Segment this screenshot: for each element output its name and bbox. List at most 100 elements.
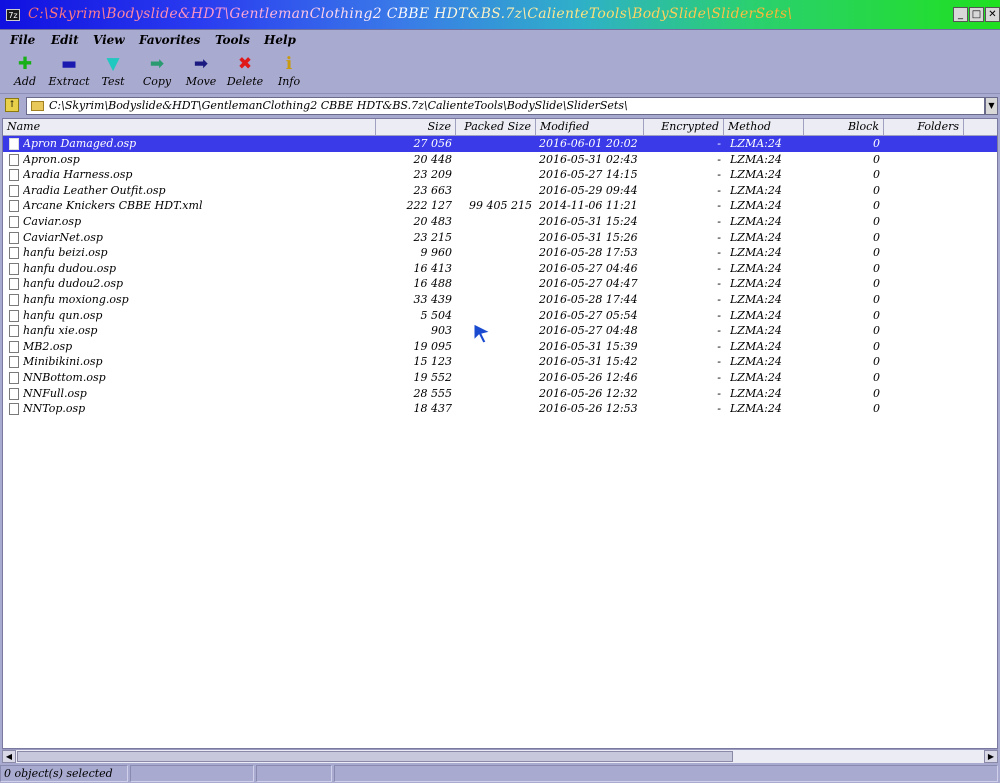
col-name[interactable]: Name [3, 119, 376, 136]
file-row[interactable]: Aradia Harness.osp 23 209 2016-05-27 14:15… [3, 167, 997, 183]
maximize-button[interactable]: □ [969, 7, 984, 22]
file-block: 0 [873, 215, 880, 228]
col-packed-size[interactable]: Packed Size [456, 119, 536, 136]
menu-edit[interactable]: Edit [51, 33, 79, 47]
horizontal-scrollbar[interactable]: ◀ ▶ [2, 749, 998, 763]
col-modified[interactable]: Modified [536, 119, 644, 136]
file-packed-size [456, 230, 532, 246]
file-size: 20 483 [413, 215, 453, 228]
menu-tools[interactable]: Tools [215, 33, 250, 47]
file-method: LZMA:24 [730, 324, 782, 338]
file-method: LZMA:24 [730, 277, 782, 291]
file-row[interactable]: Apron Damaged.osp 27 056 2016-06-01 20:02 -… [3, 136, 997, 152]
file-modified: 2016-05-27 14:15 [539, 168, 638, 182]
file-icon [9, 200, 19, 213]
delete-button[interactable]: ✖ Delete [223, 54, 267, 92]
menu-help[interactable]: Help [264, 33, 296, 47]
file-row[interactable]: hanfu moxiong.osp 33 439 2016-05-28 17:44 -… [3, 292, 997, 308]
file-row[interactable]: MB2.osp 19 095 2016-05-31 15:39 - LZMA:24 0 [3, 339, 997, 355]
file-row[interactable]: hanfu beizi.osp 9 960 2016-05-28 17:53 - LZM… [3, 245, 997, 261]
file-row[interactable]: hanfu dudou.osp 16 413 2016-05-27 04:46 - LZ… [3, 261, 997, 277]
file-row[interactable]: NNBottom.osp 19 552 2016-05-26 12:46 - LZMA:… [3, 370, 997, 386]
minimize-button[interactable]: _ [953, 7, 968, 22]
file-modified: 2016-05-26 12:46 [539, 371, 638, 384]
file-block: 0 [873, 168, 880, 182]
menu-file[interactable]: File [10, 33, 35, 47]
folder-up-icon[interactable]: ↑ [5, 98, 19, 112]
file-row[interactable]: hanfu dudou2.osp 16 488 2016-05-27 04:47 - L… [3, 276, 997, 292]
move-button[interactable]: ➡ Move [179, 54, 223, 92]
col-block[interactable]: Block [804, 119, 884, 136]
file-name: NNTop.osp [23, 402, 86, 416]
file-row[interactable]: NNTop.osp 18 437 2016-05-26 12:53 - LZMA:24 0 [3, 401, 997, 417]
extract-button[interactable]: ▬ Extract [47, 54, 91, 92]
file-size: 19 552 [413, 371, 453, 384]
menu-view[interactable]: View [93, 33, 125, 47]
file-row[interactable]: Arcane Knickers CBBE HDT.xml 222 127 99 40… [3, 198, 997, 214]
file-name: hanfu qun.osp [23, 308, 103, 322]
file-modified: 2016-05-27 04:46 [539, 261, 638, 275]
file-row[interactable]: Aradia Leather Outfit.osp 23 663 2016-05-2… [3, 183, 997, 199]
delete-label: Delete [226, 75, 264, 88]
file-block: 0 [873, 183, 880, 197]
add-label: Add [13, 75, 37, 88]
scroll-left-icon[interactable]: ◀ [2, 750, 16, 763]
copy-button[interactable]: ➡ Copy [135, 54, 179, 92]
scroll-thumb[interactable] [17, 751, 733, 762]
scroll-right-icon[interactable]: ▶ [984, 750, 998, 763]
file-icon [9, 372, 19, 384]
file-size: 18 437 [413, 402, 453, 416]
info-button[interactable]: ℹ Info [267, 54, 311, 92]
file-method: LZMA:24 [730, 168, 782, 182]
col-encrypted[interactable]: Encrypted [644, 119, 724, 136]
col-method[interactable]: Method [724, 119, 804, 136]
file-modified: 2016-05-31 15:39 [539, 339, 638, 353]
menu-favorites[interactable]: Favorites [139, 33, 200, 47]
file-row[interactable]: CaviarNet.osp 23 215 2016-05-31 15:26 - LZMA… [3, 230, 997, 246]
file-modified: 2016-06-01 20:02 [539, 137, 638, 150]
file-row[interactable]: Caviar.osp 20 483 2016-05-31 15:24 - LZMA:24… [3, 214, 997, 230]
test-button[interactable]: ▼ Test [91, 54, 135, 92]
file-size: 20 448 [413, 152, 453, 166]
file-modified: 2016-05-31 02:43 [539, 152, 638, 166]
file-packed-size [456, 152, 532, 168]
app-icon[interactable]: 7z [6, 9, 20, 21]
file-encrypted: - [717, 355, 721, 369]
file-encrypted: - [717, 246, 721, 260]
col-size[interactable]: Size [376, 119, 456, 136]
file-icon [9, 356, 19, 369]
file-method: LZMA:24 [730, 183, 782, 197]
file-row[interactable]: Apron.osp 20 448 2016-05-31 02:43 - LZMA:24 0 [3, 152, 997, 168]
file-encrypted: - [717, 277, 721, 291]
file-row[interactable]: Minibikini.osp 15 123 2016-05-31 15:42 - LZM… [3, 354, 997, 370]
file-modified: 2016-05-31 15:24 [539, 215, 638, 228]
file-row[interactable]: NNFull.osp 28 555 2016-05-26 12:32 - LZMA:24… [3, 386, 997, 402]
plus-icon: ✚ [17, 54, 33, 74]
file-name: hanfu dudou2.osp [23, 277, 124, 291]
add-button[interactable]: ✚ Add [3, 54, 47, 92]
menu-bar: File Edit View Favorites Tools Help [0, 31, 1000, 51]
file-icon [9, 231, 19, 244]
file-row[interactable]: hanfu qun.osp 5 504 2016-05-27 05:54 - LZMA:… [3, 308, 997, 324]
file-method: LZMA:24 [730, 261, 782, 275]
file-row[interactable]: hanfu xie.osp 903 2016-05-27 04:48 - LZMA:24… [3, 323, 997, 339]
file-packed-size [456, 245, 532, 261]
status-bar: 0 object(s) selected [0, 764, 1000, 783]
col-folders[interactable]: Folders [884, 119, 964, 136]
file-list[interactable]: Name Size Packed Size Modified Encrypted… [2, 118, 998, 749]
file-block: 0 [873, 261, 880, 275]
file-block: 0 [873, 152, 880, 166]
cursor-icon [473, 323, 492, 344]
file-method: LZMA:24 [730, 371, 782, 384]
address-input[interactable]: C:\Skyrim\Bodyslide&HDT\GentlemanClothin… [26, 97, 985, 115]
file-size: 903 [431, 324, 452, 338]
file-method: LZMA:24 [730, 152, 782, 166]
check-down-icon: ▼ [106, 54, 120, 74]
file-encrypted: - [717, 308, 721, 322]
close-button[interactable]: ✕ [985, 7, 1000, 22]
address-path: C:\Skyrim\Bodyslide&HDT\GentlemanClothin… [49, 99, 628, 112]
address-dropdown-icon[interactable]: ▼ [985, 97, 998, 115]
file-packed-size: 99 405 215 [469, 199, 532, 213]
file-name: Caviar.osp [23, 215, 82, 228]
file-modified: 2016-05-27 04:48 [539, 324, 638, 338]
